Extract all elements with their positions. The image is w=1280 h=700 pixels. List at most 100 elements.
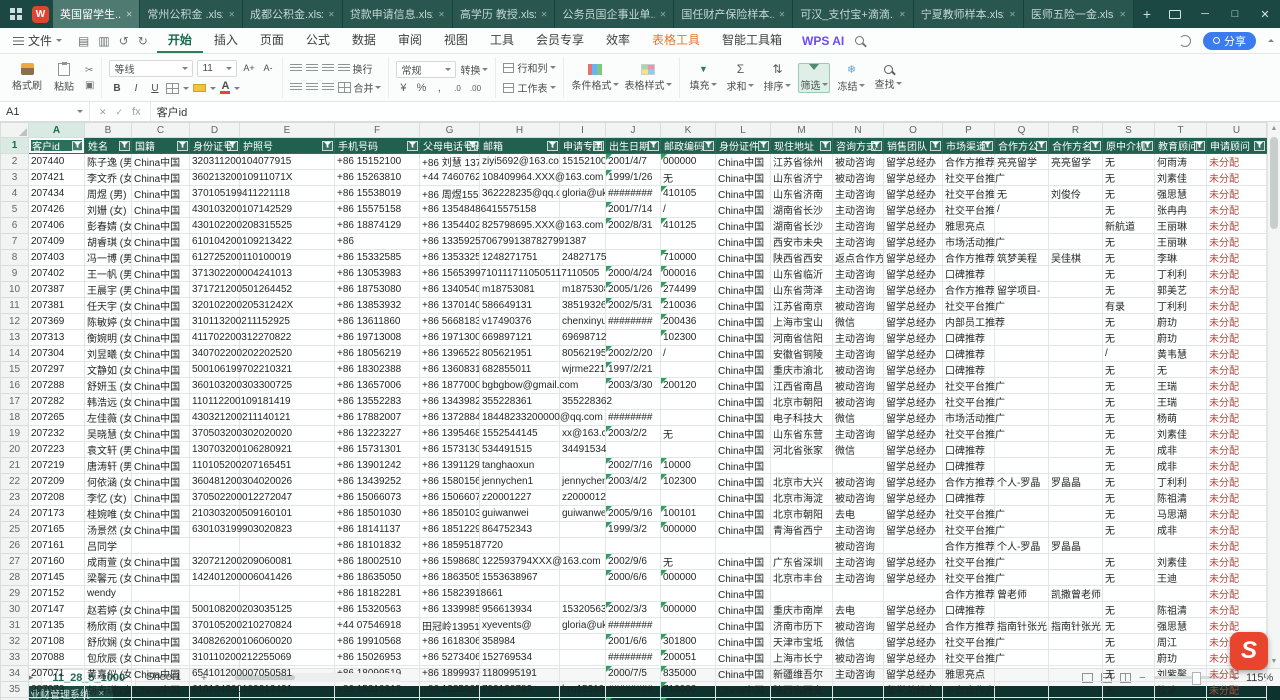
cell[interactable]: China中国 [132, 218, 190, 234]
cell[interactable]: China中国 [132, 410, 190, 426]
close-tab-icon[interactable] [228, 8, 235, 20]
cell[interactable]: 蔚玏 [1155, 314, 1207, 330]
bold-button[interactable] [109, 81, 124, 96]
cell[interactable]: +86 18141137 [335, 522, 420, 538]
cell[interactable]: 未分配 [1207, 586, 1267, 602]
cell[interactable]: +86 刘慧 1370526 [420, 154, 480, 170]
cell[interactable]: +86 13608312769 [420, 362, 480, 378]
cell[interactable]: 10000 [661, 458, 716, 474]
cell[interactable]: 1553638967 [480, 570, 560, 586]
cell[interactable]: +86 15538019 [335, 186, 420, 202]
cell[interactable] [771, 586, 833, 602]
cell[interactable]: 430321200211140121 [190, 410, 240, 426]
cell[interactable]: 无 [1103, 250, 1155, 266]
header-cell-M[interactable]: 现住地址 [771, 138, 833, 154]
close-tab-icon[interactable] [779, 8, 786, 20]
decrease-font-button[interactable] [260, 61, 275, 76]
cell[interactable]: 内部员工推荐 [943, 314, 995, 330]
cell[interactable]: 口碑推荐 [943, 458, 995, 474]
cell[interactable]: 社交平台推广 [943, 522, 995, 538]
cell[interactable]: 207387 [29, 282, 85, 298]
ribbon-tab[interactable]: 审阅 [387, 28, 433, 53]
cell[interactable]: 未分配 [1207, 266, 1267, 282]
cell[interactable]: 王一帆 (男 [85, 266, 132, 282]
cell[interactable]: 未分配 [1207, 602, 1267, 618]
cell[interactable] [995, 682, 1049, 698]
font-size-select[interactable]: 11 [197, 60, 237, 77]
vertical-scrollbar[interactable] [1267, 122, 1280, 668]
filter-button[interactable] [820, 141, 831, 151]
cell[interactable]: China中国 [716, 330, 771, 346]
cell[interactable]: +86 19713008901 [420, 330, 480, 346]
filter-button[interactable] [1194, 141, 1205, 151]
cell[interactable]: 西安市未央 [771, 234, 833, 250]
cell[interactable]: 2002/3/3 [606, 602, 661, 618]
cell[interactable] [1103, 586, 1155, 602]
cell[interactable]: 主动咨询 [833, 346, 884, 362]
cell[interactable]: 北京市大兴 [771, 474, 833, 490]
cell[interactable]: 王晨宇 (男 [85, 282, 132, 298]
cell[interactable]: 358984 [480, 634, 560, 650]
cell[interactable]: 北京市朝阳 [771, 506, 833, 522]
cell[interactable] [240, 538, 335, 554]
cell[interactable]: 主动咨询 [833, 266, 884, 282]
cell[interactable]: 未分配 [1207, 378, 1267, 394]
cell[interactable]: 陕西省西安 [771, 682, 833, 698]
row-header[interactable]: 1 [1, 138, 29, 154]
cell[interactable]: China中国 [132, 426, 190, 442]
cell[interactable]: +86 13053983 [335, 266, 420, 282]
formula-input[interactable]: 客户id [151, 102, 1280, 121]
cell[interactable]: +86 周煜15538019 [420, 186, 480, 202]
sync-icon[interactable] [1179, 35, 1191, 47]
ribbon-tab[interactable]: 视图 [433, 28, 479, 53]
cell[interactable]: 612725200110100019 [190, 250, 240, 266]
currency-icon[interactable] [396, 82, 410, 94]
row-header[interactable]: 28 [1, 570, 29, 586]
cell[interactable]: z2000012 [560, 490, 606, 506]
cell[interactable]: +86 16183068266 [420, 634, 480, 650]
filter-button[interactable] [407, 141, 418, 151]
column-header-A[interactable]: A [29, 123, 85, 138]
cell[interactable]: 无 [1103, 442, 1155, 458]
cell[interactable]: 207265 [29, 410, 85, 426]
cell[interactable]: 未分配 [1207, 186, 1267, 202]
decrease-decimal-icon[interactable] [450, 84, 464, 93]
row-header[interactable]: 17 [1, 394, 29, 410]
cell[interactable]: 舒欣娴 (女 [85, 634, 132, 650]
cancel-icon[interactable] [99, 106, 107, 118]
cell[interactable]: 534491515 [480, 442, 560, 458]
cell[interactable]: 微信 [833, 634, 884, 650]
cell[interactable]: 山东省济宁 [771, 170, 833, 186]
filter-button[interactable] [467, 141, 478, 151]
cell[interactable]: 新航道 [1103, 218, 1155, 234]
filter-button[interactable] [930, 141, 941, 151]
cell[interactable]: 市场活动推广 [943, 234, 995, 250]
cell[interactable]: 留学总经办 [884, 170, 943, 186]
cell[interactable]: 无 [661, 554, 716, 570]
filter-button[interactable] [322, 141, 333, 151]
cell[interactable] [606, 490, 661, 506]
cell[interactable]: 去电 [833, 602, 884, 618]
presentation-mode-button[interactable] [1160, 0, 1190, 28]
cell[interactable]: China中国 [716, 346, 771, 362]
cell[interactable]: 864752343 [480, 522, 560, 538]
cell[interactable]: 刘素佳 [1155, 554, 1207, 570]
cell[interactable] [661, 234, 716, 250]
filter-button[interactable] [547, 141, 558, 151]
filter-button[interactable] [227, 141, 238, 151]
filter-button[interactable] [703, 141, 714, 151]
cell[interactable] [560, 666, 606, 682]
cell[interactable]: 田冠岭13951 [420, 618, 480, 634]
cell[interactable] [1049, 234, 1103, 250]
sort-button[interactable]: 排序 [761, 62, 793, 93]
cell[interactable]: 无 [1103, 202, 1155, 218]
home-button[interactable] [4, 0, 28, 28]
row-header[interactable]: 24 [1, 506, 29, 522]
cell[interactable]: 370503200302020020 [190, 426, 240, 442]
document-tab[interactable]: 公务员国企事业单... [555, 0, 674, 28]
cell[interactable]: 360103200303300725 [190, 378, 240, 394]
cell[interactable]: 100101 [661, 506, 716, 522]
borders-button[interactable] [166, 83, 179, 94]
cell[interactable]: 衡婉明 (女 [85, 330, 132, 346]
cell[interactable]: 2002/9/6 [606, 554, 661, 570]
